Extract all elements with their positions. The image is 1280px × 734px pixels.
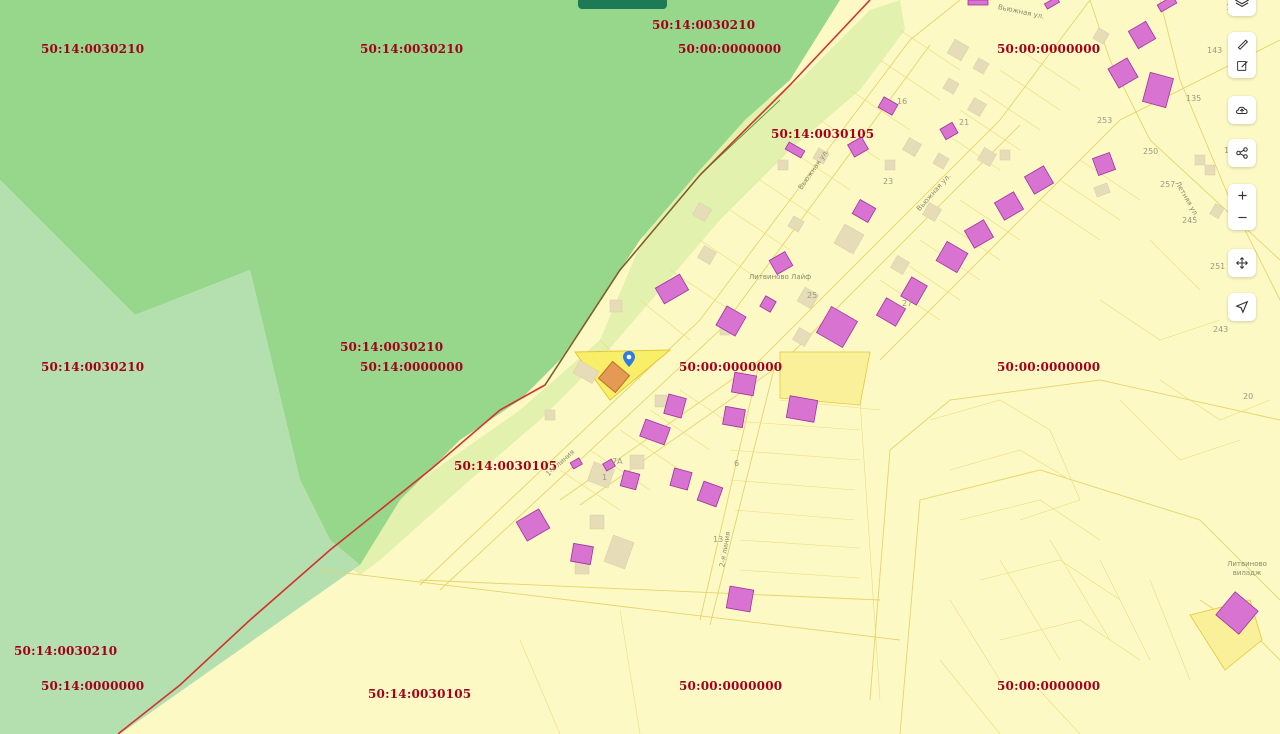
house-number: 1 xyxy=(602,473,608,482)
house-number: 245 xyxy=(1182,216,1198,225)
house-number: 16 xyxy=(897,97,908,106)
place-label: Литвиново виладж xyxy=(1227,560,1267,577)
cadastral-label: 50:00:0000000 xyxy=(997,42,1101,56)
cloud-upload-button[interactable] xyxy=(1228,96,1256,124)
house-number: 7А xyxy=(612,457,623,466)
share-button[interactable] xyxy=(1228,139,1256,167)
house-number: 243 xyxy=(1213,325,1229,334)
cadastral-label: 50:00:0000000 xyxy=(678,42,782,56)
cadastral-label: 50:14:0030210 xyxy=(360,42,464,56)
cadastral-label: 50:00:0000000 xyxy=(679,360,783,374)
cloud-upload-icon xyxy=(1236,106,1248,115)
house-number: 143 xyxy=(1207,46,1223,55)
place-label: Литвиново Лайф xyxy=(749,273,812,281)
cadastral-label: 50:14:0030105 xyxy=(454,459,558,473)
draw-tools-group xyxy=(1228,32,1256,78)
ruler-button[interactable] xyxy=(1228,32,1256,54)
house-number: 135 xyxy=(1186,94,1202,103)
top-control-bar[interactable] xyxy=(578,0,667,9)
zoom-in-icon xyxy=(1237,190,1247,200)
cadastral-label: 50:14:0030210 xyxy=(14,644,118,658)
house-number: 21 xyxy=(959,118,970,127)
navigate-button[interactable] xyxy=(1228,293,1256,321)
house-number: 20 xyxy=(1243,392,1254,401)
cadastral-label: 50:00:0000000 xyxy=(997,679,1101,693)
cadastral-label: 50:14:0000000 xyxy=(41,679,145,693)
house-number: 250 xyxy=(1143,147,1159,156)
move-button[interactable] xyxy=(1228,249,1256,277)
move-icon xyxy=(1236,257,1248,269)
navigate-icon xyxy=(1235,300,1249,314)
cadastral-label: 50:14:0030210 xyxy=(41,360,145,374)
house-number: 23 xyxy=(883,177,894,186)
house-number: 27 xyxy=(902,299,913,308)
house-number: 257 xyxy=(1160,180,1176,189)
house-number: 251 xyxy=(1210,262,1226,271)
cadastral-label: 50:00:0000000 xyxy=(679,679,783,693)
cadastral-label: 50:00:0000000 xyxy=(997,360,1101,374)
cadastral-label: 50:14:0030105 xyxy=(771,127,875,141)
house-number: 25 xyxy=(807,291,818,300)
cadastral-label: 50:14:0030105 xyxy=(368,687,472,701)
map-toolbar xyxy=(1228,0,1280,330)
cadastral-label: 50:14:0030210 xyxy=(340,340,444,354)
house-number: 13 xyxy=(713,535,724,544)
layers-icon xyxy=(1235,0,1249,8)
zoom-in-button[interactable] xyxy=(1228,184,1256,206)
layers-button[interactable] xyxy=(1228,0,1256,16)
zoom-group xyxy=(1228,184,1256,230)
share-icon xyxy=(1236,147,1248,159)
house-number: 253 xyxy=(1097,116,1113,125)
house-number: 6 xyxy=(734,459,740,468)
cadastral-label: 50:14:0030210 xyxy=(652,18,756,32)
edit-icon xyxy=(1236,60,1248,71)
zoom-out-icon xyxy=(1237,216,1247,218)
zoom-out-button[interactable] xyxy=(1228,206,1256,228)
edit-button[interactable] xyxy=(1228,54,1256,76)
cadastral-label: 50:14:0000000 xyxy=(360,360,464,374)
ruler-icon xyxy=(1237,39,1248,50)
cadastral-label: 50:14:0030210 xyxy=(41,42,145,56)
